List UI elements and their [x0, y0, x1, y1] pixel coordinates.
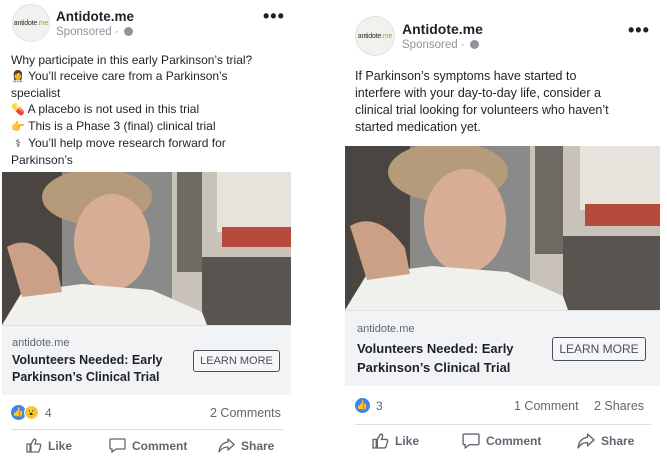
avatar-dot: .me: [37, 19, 49, 27]
learn-more-button[interactable]: LEARN MORE: [552, 337, 646, 361]
text-line: started medication yet.: [355, 120, 481, 134]
more-options-icon[interactable]: •••: [628, 20, 650, 41]
medical-symbol-icon: ⚕: [15, 138, 21, 150]
text-line: clinical trial looking for volunteers wh…: [355, 103, 609, 117]
comment-count[interactable]: 2 Comments: [210, 406, 281, 420]
reaction-summary[interactable]: 👍 😮 4: [11, 405, 52, 420]
ad-photo[interactable]: [2, 172, 291, 325]
avatar-text: antidote: [13, 19, 38, 27]
post-header: antidote.me Antidote.me Sponsored · •••: [0, 0, 292, 46]
page-avatar[interactable]: antidote.me: [12, 4, 50, 42]
text-line: ⚕ You’ll help move research forward for: [11, 135, 287, 152]
link-preview[interactable]: antidote.me Volunteers Needed: Early Par…: [345, 310, 660, 386]
thumbs-up-icon: [372, 433, 389, 449]
comment-button[interactable]: Comment: [109, 438, 187, 453]
ad-post-2: antidote.me Antidote.me Sponsored · ••• …: [345, 10, 661, 464]
comment-bubble-icon: [462, 433, 480, 449]
share-arrow-icon: [218, 438, 235, 453]
thumbs-up-icon: 👍: [355, 398, 370, 413]
more-options-icon[interactable]: •••: [263, 6, 285, 27]
pill-icon: 💊: [11, 104, 25, 116]
page-name[interactable]: Antidote.me: [56, 9, 134, 24]
globe-icon: [469, 40, 479, 49]
wow-reaction-icon: 😮: [24, 405, 39, 420]
share-button[interactable]: Share: [577, 433, 634, 449]
like-button[interactable]: Like: [372, 433, 419, 449]
comment-count[interactable]: 1 Comment: [514, 399, 579, 413]
post-header: antidote.me Antidote.me Sponsored · •••: [345, 10, 661, 56]
avatar-text: antidote: [357, 32, 382, 40]
comment-button[interactable]: Comment: [462, 433, 541, 449]
link-domain: antidote.me: [12, 337, 70, 349]
text-line: Why participate in this early Parkinson’…: [11, 53, 253, 67]
sponsored-label: Sponsored ·: [56, 26, 133, 38]
reaction-count: 4: [45, 405, 52, 420]
post-text: Why participate in this early Parkinson’…: [11, 52, 287, 168]
reaction-count: 3: [376, 398, 383, 413]
sponsored-label: Sponsored ·: [402, 39, 479, 51]
text-line: 👉 This is a Phase 3 (final) clinical tri…: [11, 119, 216, 133]
like-button[interactable]: Like: [26, 438, 72, 453]
comment-bubble-icon: [109, 438, 126, 453]
text-line: If Parkinson’s symptoms have started to: [355, 69, 577, 83]
doctor-icon: 👩‍⚕️: [11, 71, 25, 83]
link-domain: antidote.me: [357, 323, 415, 335]
learn-more-button[interactable]: LEARN MORE: [193, 350, 280, 372]
link-preview[interactable]: antidote.me Volunteers Needed: Early Par…: [2, 325, 291, 395]
share-button[interactable]: Share: [218, 438, 274, 453]
thumbs-up-icon: [26, 438, 42, 453]
divider: [11, 429, 283, 430]
pointing-hand-icon: 👉: [11, 121, 25, 133]
reaction-summary[interactable]: 👍 3: [355, 398, 383, 413]
text-line: interfere with your day-to-day life, con…: [355, 86, 601, 100]
page-avatar[interactable]: antidote.me: [355, 16, 395, 56]
page-name[interactable]: Antidote.me: [402, 21, 483, 37]
text-line: specialist: [11, 86, 61, 100]
text-line: 💊 A placebo is not used in this trial: [11, 102, 200, 116]
text-line: Parkinson’s: [11, 153, 73, 167]
link-title: Volunteers Needed: Early Parkinson’s Cli…: [12, 353, 163, 384]
share-count[interactable]: 2 Shares: [594, 399, 644, 413]
ad-post-1: antidote.me Antidote.me Sponsored · ••• …: [0, 0, 292, 464]
globe-icon: [123, 27, 133, 36]
avatar-dot: .me: [381, 32, 393, 40]
ad-photo[interactable]: [345, 146, 660, 310]
divider: [355, 424, 651, 425]
post-text: If Parkinson’s symptoms have started to …: [355, 68, 655, 136]
share-arrow-icon: [577, 433, 595, 449]
text-line: 👩‍⚕️ You’ll receive care from a Parkinso…: [11, 69, 228, 83]
link-title: Volunteers Needed: Early Parkinson’s Cli…: [357, 341, 514, 375]
